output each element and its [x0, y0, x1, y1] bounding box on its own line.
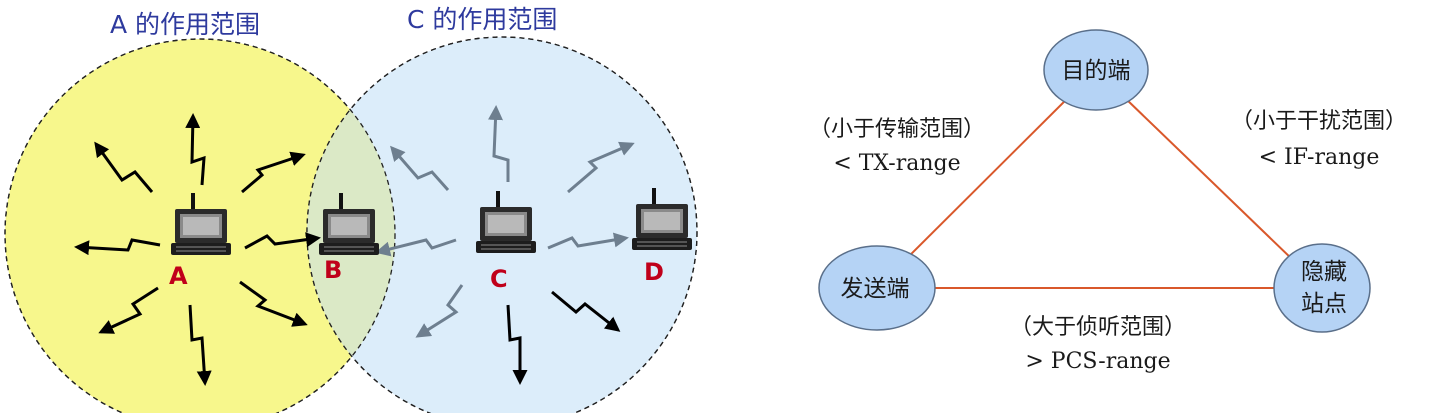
edge-label-if-line2: < IF-range — [1259, 145, 1380, 170]
node-hidden-station — [1273, 243, 1371, 333]
node-hidden-label-line1: 隐藏 — [1301, 259, 1347, 285]
node-sender-label: 发送端 — [841, 276, 910, 302]
edge-label-tx-line1: （小于传输范围） — [809, 117, 985, 142]
edge-label-tx-line2: < TX-range — [833, 151, 960, 176]
edge-label-pcs-line2: > PCS-range — [1025, 349, 1170, 374]
edge-label-pcs-line1: （大于侦听范围） — [1010, 315, 1186, 340]
node-hidden-label-line2: 站点 — [1301, 291, 1347, 317]
edge-label-if-line1: （小于干扰范围） — [1231, 109, 1407, 134]
edge-destination-hidden — [1095, 69, 1323, 289]
station-b-label: B — [324, 256, 342, 284]
left-diagram: A 的作用范围 C 的作用范围 A B C D — [4, 5, 698, 413]
range-a-title: A 的作用范围 — [110, 10, 260, 39]
range-c-title: C 的作用范围 — [407, 5, 557, 34]
figure-canvas: A 的作用范围 C 的作用范围 A B C D 目的端 发送端 隐藏 站点 （小… — [0, 0, 1440, 413]
station-c-label: C — [490, 265, 508, 293]
station-d-label: D — [644, 258, 664, 286]
node-destination-label: 目的端 — [1062, 58, 1131, 84]
right-diagram: 目的端 发送端 隐藏 站点 （小于传输范围） < TX-range （小于干扰范… — [809, 29, 1407, 374]
station-a-label: A — [169, 262, 188, 290]
